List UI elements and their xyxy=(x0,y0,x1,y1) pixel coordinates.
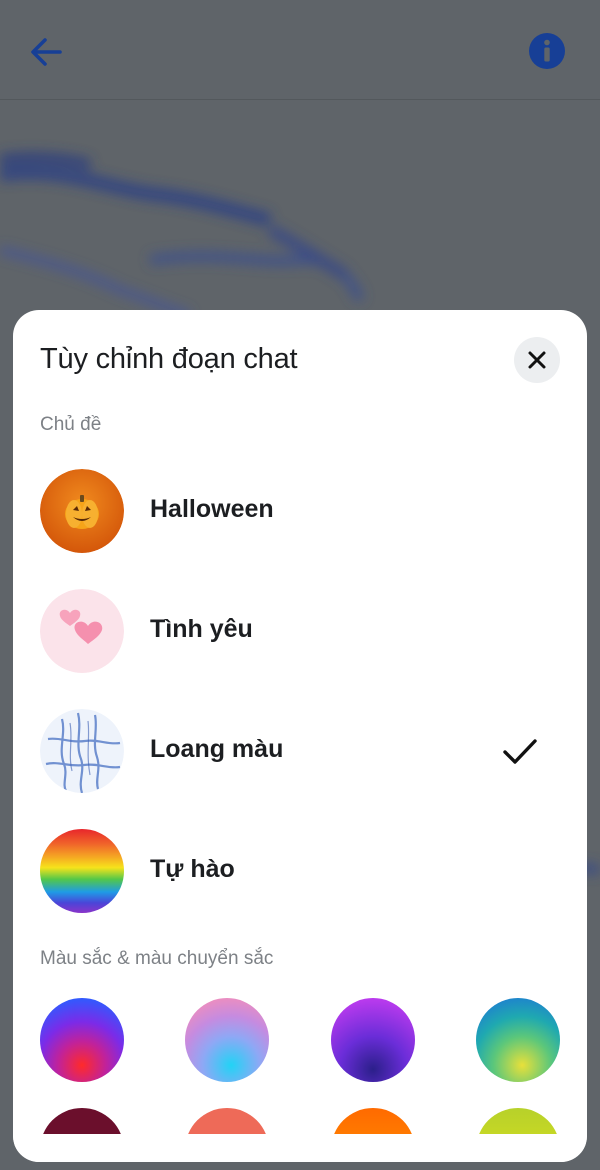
close-icon xyxy=(528,351,546,369)
info-button[interactable] xyxy=(524,28,570,74)
theme-item-halloween[interactable]: Halloween xyxy=(13,451,587,571)
theme-name: Loang màu xyxy=(150,735,284,763)
customize-chat-sheet: Tùy chỉnh đoạn chat Chủ đề Halloween Tìn… xyxy=(13,310,587,1162)
theme-item-pride[interactable]: Tự hào xyxy=(13,811,587,931)
theme-name: Tình yêu xyxy=(150,615,253,643)
theme-item-love[interactable]: Tình yêu xyxy=(13,571,587,691)
arrow-left-icon xyxy=(31,38,62,66)
rainbow-icon xyxy=(40,829,124,913)
theme-name: Tự hào xyxy=(150,855,235,883)
tie-dye-icon xyxy=(40,709,124,793)
sheet-title: Tùy chỉnh đoạn chat xyxy=(40,343,298,375)
color-swatch-pink-cyan[interactable] xyxy=(185,998,269,1082)
themes-section-label: Chủ đề xyxy=(40,414,102,435)
pumpkin-icon xyxy=(40,469,124,553)
color-swatch-purple-indigo[interactable] xyxy=(331,998,415,1082)
hearts-icon xyxy=(40,589,124,673)
info-icon xyxy=(529,33,565,69)
sheet-bottom-edge xyxy=(13,1134,587,1162)
close-button[interactable] xyxy=(514,337,560,383)
color-swatch-blue-violet-red[interactable] xyxy=(40,998,124,1082)
chat-header xyxy=(0,0,600,100)
theme-name: Halloween xyxy=(150,495,274,523)
colors-section-label: Màu sắc & màu chuyển sắc xyxy=(40,948,274,969)
color-swatch-teal-lime[interactable] xyxy=(476,998,560,1082)
theme-item-tie-dye[interactable]: Loang màu xyxy=(13,691,587,811)
back-button[interactable] xyxy=(22,28,70,76)
checkmark-icon xyxy=(503,739,537,764)
